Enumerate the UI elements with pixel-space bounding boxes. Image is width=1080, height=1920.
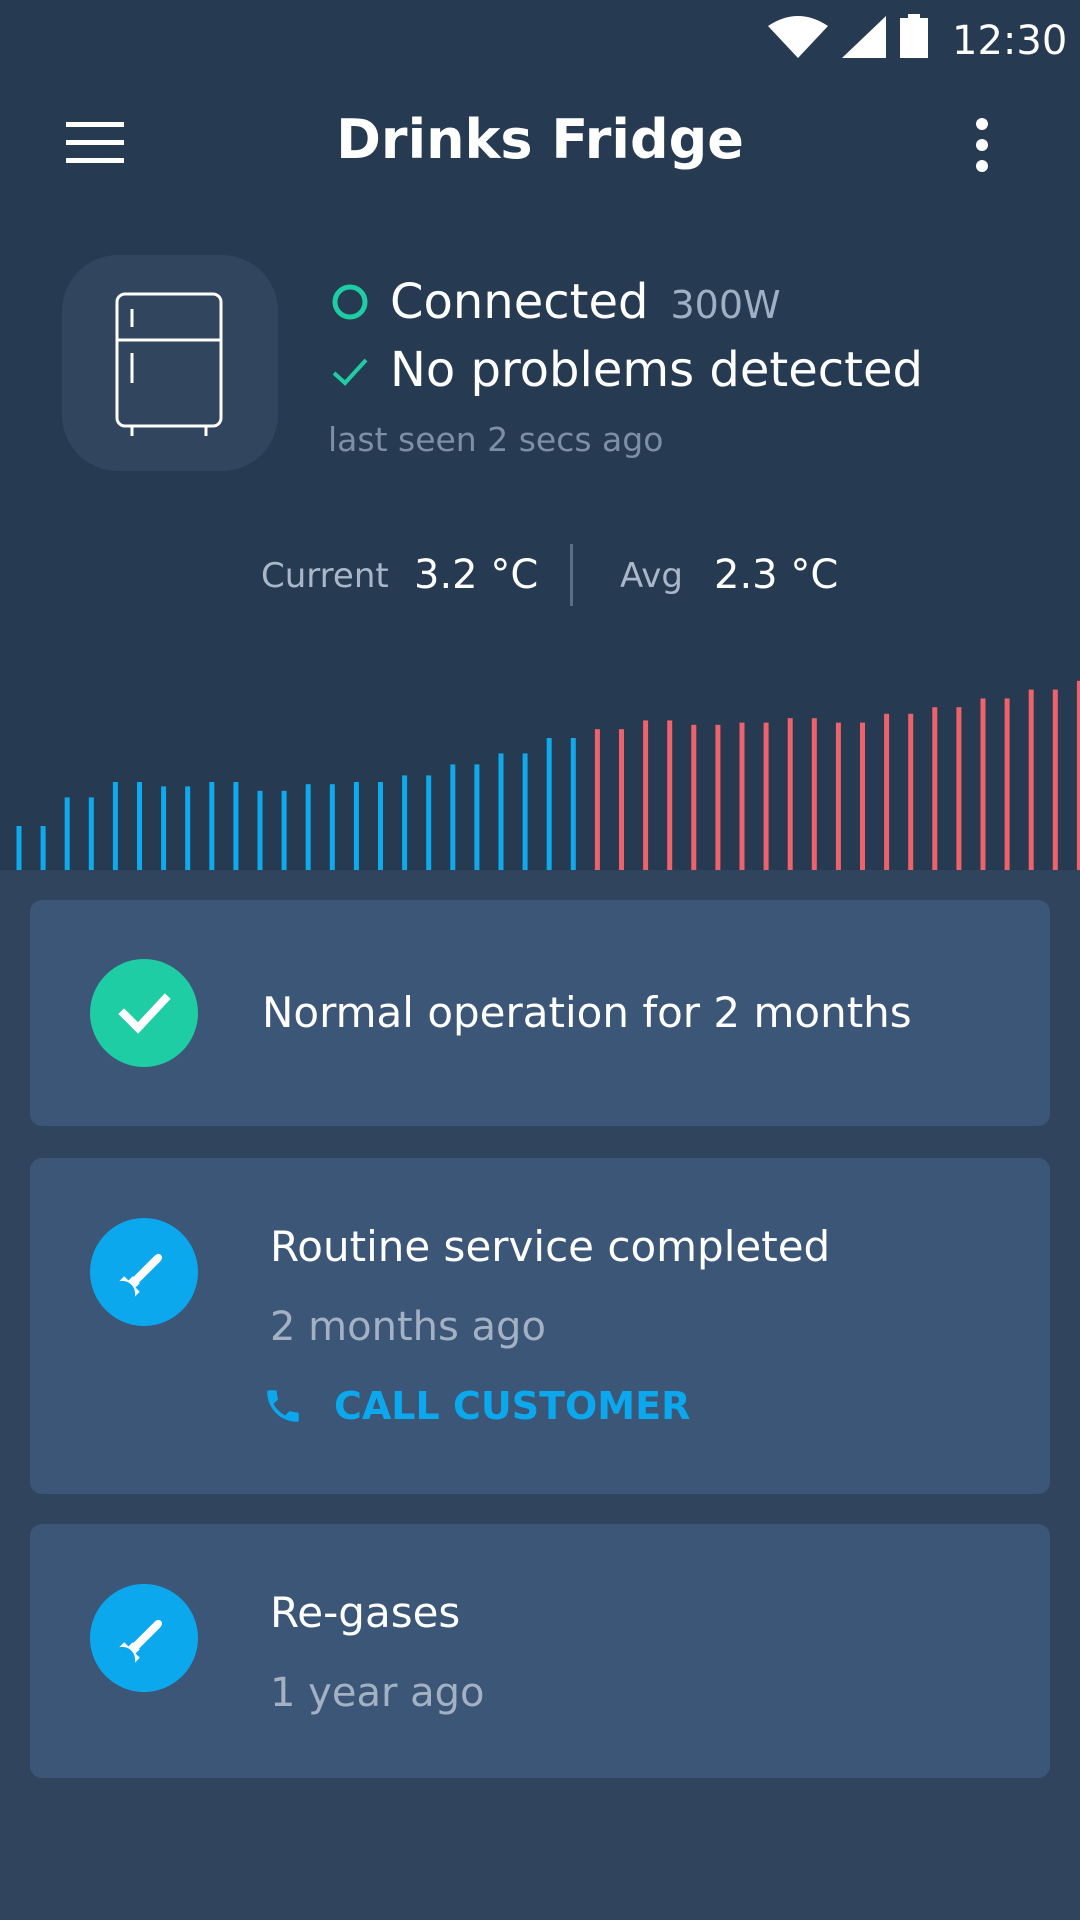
call-customer-label: CALL CUSTOMER	[334, 1384, 691, 1428]
avg-temp-value: 2.3 °C	[714, 552, 839, 598]
status-ok-badge	[90, 959, 198, 1067]
chart-bar	[112, 782, 118, 870]
chart-bar	[64, 797, 70, 870]
page-title: Drinks Fridge	[336, 108, 744, 171]
wrench-icon	[119, 1253, 163, 1297]
chart-bar	[474, 764, 480, 870]
status-time: 12:30	[952, 18, 1068, 64]
chart-bar	[426, 775, 432, 870]
chart-bar	[281, 790, 287, 870]
problems-label: No problems detected	[390, 342, 923, 398]
chart-bar	[763, 722, 769, 870]
chart-bar	[691, 724, 697, 870]
chart-bar	[570, 738, 576, 870]
temperature-chart	[16, 680, 1080, 870]
fridge-icon	[115, 292, 223, 436]
chart-bar	[956, 707, 962, 870]
card-title: Normal operation for 2 months	[262, 988, 912, 1037]
connection-label: Connected	[390, 274, 649, 330]
wrench-icon	[119, 1619, 163, 1663]
chart-bar	[1028, 689, 1034, 870]
chart-bar	[40, 826, 46, 870]
chart-bar	[185, 786, 191, 870]
chart-bar	[643, 720, 649, 870]
chart-bar	[932, 707, 938, 870]
service-badge	[90, 1584, 198, 1692]
current-temp-label: Current	[261, 556, 389, 596]
status-bar: 12:30	[0, 0, 1080, 90]
chart-bar	[619, 729, 624, 870]
card-title: Routine service completed	[270, 1222, 831, 1271]
device-avatar	[62, 255, 278, 471]
connected-circle-icon	[332, 284, 368, 320]
card-subtitle: 1 year ago	[270, 1670, 485, 1716]
chart-bar	[353, 782, 359, 870]
chart-bar	[739, 722, 745, 870]
chart-bar	[787, 718, 793, 870]
avg-temp-label: Avg	[620, 556, 683, 596]
more-vertical-icon[interactable]	[968, 118, 996, 172]
chart-bar	[715, 724, 721, 870]
history-card-regases[interactable]: Re-gases 1 year ago	[30, 1524, 1050, 1778]
chart-bar	[1052, 689, 1058, 870]
check-icon	[118, 993, 171, 1034]
chart-bar	[233, 782, 239, 870]
chart-bar	[161, 786, 167, 870]
chart-bar	[667, 720, 673, 870]
chart-bar	[402, 775, 408, 870]
check-icon	[332, 358, 368, 386]
chart-bar	[329, 784, 335, 870]
chart-bar	[811, 718, 817, 870]
service-badge	[90, 1218, 198, 1326]
chart-bar	[1004, 698, 1010, 870]
power-value: 300W	[670, 283, 781, 327]
battery-icon	[900, 14, 928, 58]
history-card-normal-operation[interactable]: Normal operation for 2 months	[30, 900, 1050, 1126]
chart-bar	[594, 729, 600, 870]
chart-bar	[908, 713, 914, 870]
chart-bar	[546, 738, 552, 870]
chart-bar	[980, 698, 986, 870]
wifi-icon	[768, 16, 828, 58]
chart-bar	[305, 784, 311, 870]
chart-bar	[16, 826, 22, 870]
temp-divider	[570, 544, 573, 606]
chart-bar	[88, 797, 94, 870]
temperature-summary: Current 3.2 °C Avg 2.3 °C	[0, 544, 1080, 610]
chart-bar	[450, 764, 456, 870]
phone-icon	[267, 1390, 299, 1422]
history-card-routine-service[interactable]: Routine service completed 2 months ago C…	[30, 1158, 1050, 1494]
call-customer-button[interactable]: CALL CUSTOMER	[262, 1378, 690, 1434]
chart-bar	[498, 753, 504, 870]
connection-status: Connected 300W	[330, 274, 781, 330]
current-temp-value: 3.2 °C	[414, 552, 539, 598]
chart-bar	[137, 782, 142, 870]
chart-bar	[860, 722, 865, 870]
chart-bar	[257, 790, 263, 870]
chart-bar	[522, 753, 528, 870]
card-title: Re-gases	[270, 1588, 461, 1637]
health-status: No problems detected	[330, 342, 923, 398]
chart-bar	[884, 713, 890, 870]
last-seen: last seen 2 secs ago	[328, 420, 664, 459]
card-subtitle: 2 months ago	[270, 1304, 546, 1350]
chart-bar	[378, 782, 383, 870]
chart-bar	[835, 722, 841, 870]
chart-bar	[209, 782, 215, 870]
signal-icon	[842, 16, 886, 58]
